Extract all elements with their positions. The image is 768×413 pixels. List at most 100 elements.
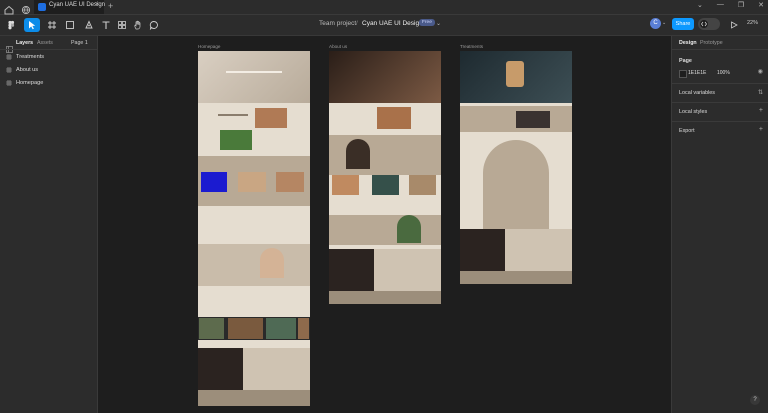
breadcrumb-separator: / <box>356 20 358 27</box>
maximize-button[interactable]: ❐ <box>738 1 744 9</box>
file-tab[interactable]: Cyan UAE UI Design × <box>34 0 105 14</box>
footer <box>198 390 310 406</box>
frame-label-treatments[interactable]: Treatments <box>460 44 483 49</box>
story-photo <box>377 107 411 129</box>
bg-opacity[interactable]: 100% <box>717 70 730 76</box>
hero-image <box>198 51 310 103</box>
dev-mode-toggle[interactable] <box>698 18 720 30</box>
export-heading[interactable]: Export <box>679 128 695 134</box>
frame-treatments[interactable] <box>460 51 572 284</box>
shape-tool[interactable] <box>63 18 77 32</box>
footer <box>329 291 441 304</box>
hand-tool[interactable] <box>132 18 144 32</box>
massage-photo <box>255 108 287 128</box>
layer-label: Treatments <box>16 54 45 60</box>
quote-section <box>198 244 310 286</box>
page-selector[interactable]: Page 1 <box>71 40 88 46</box>
hero-heading-line <box>226 71 282 73</box>
frame-label-homepage[interactable]: Homepage <box>198 44 220 49</box>
frame-icon <box>6 67 12 73</box>
service-photo-2 <box>238 172 266 192</box>
frame-icon <box>6 80 12 86</box>
tab-layers[interactable]: Layers <box>16 40 33 46</box>
frame-label-about-us[interactable]: About us <box>329 44 347 49</box>
left-panel: Layers Assets Page 1 Treatments About us… <box>0 36 98 413</box>
play-icon <box>731 21 738 29</box>
local-variables-heading[interactable]: Local variables <box>679 90 715 96</box>
comment-tool[interactable] <box>148 18 160 32</box>
tabs-dropdown-button[interactable]: ⌄ <box>697 1 703 9</box>
team-photo <box>372 175 399 195</box>
new-tab-button[interactable]: + <box>108 1 113 11</box>
team-photo <box>409 175 436 195</box>
tab-assets[interactable]: Assets <box>37 40 53 46</box>
contact-form <box>374 249 441 291</box>
page-heading: Page <box>679 58 692 64</box>
layer-label: Homepage <box>16 80 44 86</box>
help-button[interactable]: ? <box>750 395 760 405</box>
add-style-icon[interactable]: + <box>759 107 763 114</box>
figma-file-icon <box>38 3 46 11</box>
plan-badge: Free <box>419 19 435 26</box>
local-styles-heading[interactable]: Local styles <box>679 109 707 115</box>
panel-divider <box>672 102 768 103</box>
main-menu-button[interactable] <box>3 18 19 32</box>
features-section <box>198 206 310 244</box>
adjust-icon[interactable]: ⇅ <box>758 89 763 96</box>
visibility-eye-icon[interactable]: ◉ <box>758 68 763 75</box>
minimize-button[interactable]: — <box>717 1 724 9</box>
gallery-photo <box>298 318 309 339</box>
zoom-level[interactable]: 22% <box>747 20 758 26</box>
figma-logo-icon <box>8 20 15 30</box>
gallery-photo <box>228 318 263 339</box>
frame-tool[interactable] <box>45 18 59 32</box>
bg-color-swatch[interactable] <box>679 70 687 78</box>
avatar[interactable]: C <box>650 18 661 29</box>
share-button[interactable]: Share <box>672 18 694 30</box>
add-export-icon[interactable]: + <box>759 126 763 133</box>
tab-design[interactable]: Design <box>679 40 697 46</box>
contact-photo <box>329 249 374 291</box>
pen-tool[interactable] <box>82 18 96 32</box>
frame-icon <box>48 21 56 29</box>
values-section <box>329 215 441 245</box>
community-icon[interactable] <box>21 2 31 15</box>
layer-item-treatments[interactable]: Treatments <box>6 54 44 60</box>
canvas[interactable]: Homepage About us Treatments <box>98 36 670 413</box>
team-photo <box>332 175 359 195</box>
bg-color-hex[interactable]: 1E1E1E <box>688 70 706 76</box>
resources-icon <box>118 21 126 29</box>
close-tab-icon[interactable]: × <box>95 1 99 8</box>
footer <box>460 271 572 284</box>
candle-image <box>506 61 524 87</box>
layer-item-about-us[interactable]: About us <box>6 67 38 73</box>
code-icon <box>701 21 707 27</box>
comment-icon <box>149 21 158 30</box>
rectangle-icon <box>66 21 74 29</box>
avatar-chevron-icon[interactable]: ⌄ <box>662 20 666 26</box>
breadcrumb-project[interactable]: Team project <box>319 20 356 27</box>
treatment-photo <box>220 130 252 150</box>
right-panel: Design Prototype Page 1E1E1E 100% ◉ Loca… <box>671 36 768 413</box>
contact-form <box>505 229 572 271</box>
frame-homepage[interactable] <box>198 51 310 406</box>
contact-photo <box>198 348 243 390</box>
menu-arch <box>483 140 549 230</box>
move-tool[interactable] <box>24 18 40 32</box>
close-window-button[interactable]: ✕ <box>758 1 764 9</box>
present-button[interactable] <box>728 18 740 32</box>
contact-form <box>243 348 310 390</box>
frame-about-us[interactable] <box>329 51 441 304</box>
title-bar: Cyan UAE UI Design × + ⌄ — ❐ ✕ <box>0 0 768 15</box>
layer-item-homepage[interactable]: Homepage <box>6 80 43 86</box>
text-tool[interactable] <box>100 18 112 32</box>
text-icon <box>102 21 110 29</box>
portrait-photo <box>260 248 284 278</box>
file-menu-chevron-icon[interactable]: ⌄ <box>436 20 441 27</box>
file-name[interactable]: Cyan UAE UI Design <box>362 20 423 27</box>
panel-divider <box>672 83 768 84</box>
tab-prototype[interactable]: Prototype <box>700 40 723 46</box>
home-icon[interactable] <box>4 2 14 15</box>
resources-tool[interactable] <box>116 18 128 32</box>
pen-icon <box>85 20 93 29</box>
